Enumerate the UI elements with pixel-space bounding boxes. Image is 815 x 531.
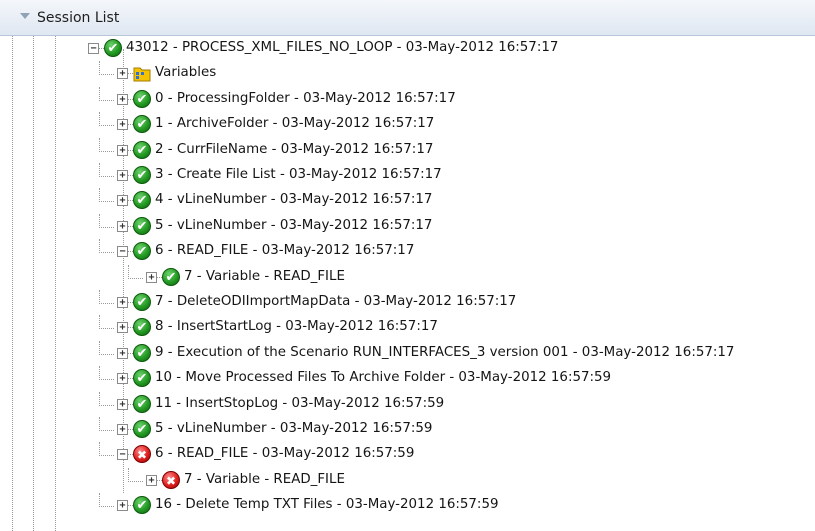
success-status-icon: ✔: [133, 242, 151, 261]
success-status-icon: ✔: [104, 39, 122, 57]
success-status-icon: ✔: [133, 191, 151, 210]
session-tree: − ✔ 43012 - PROCESS_XML_FILES_NO_LOOP - 03…: [0, 36, 815, 531]
tree-node[interactable]: + ✖ 7 - Variable - READ_FILE: [0, 467, 815, 493]
tree-connector: [99, 315, 114, 330]
tree-node-label: 11 - InsertStopLog - 03-May-2012 16:57:5…: [155, 395, 445, 411]
tree-node[interactable]: + ✔ 16 - Delete Temp TXT Files - 03-May-20…: [0, 493, 815, 518]
tree-node[interactable]: + Variables: [0, 61, 815, 86]
success-status-icon: ✔: [133, 166, 151, 184]
tree-connector: [99, 86, 114, 101]
collapse-toggle-icon[interactable]: −: [88, 43, 99, 54]
expand-toggle-icon[interactable]: +: [117, 93, 128, 105]
tree-node[interactable]: + ✔ 1 - ArchiveFolder - 03-May-2012 16:57:…: [0, 112, 815, 137]
success-status-icon: ✔: [133, 343, 151, 362]
success-status-icon: ✔: [133, 420, 151, 438]
tree-connector: [99, 340, 114, 355]
tree-node-label: Variables: [155, 65, 217, 81]
panel-title: Session List: [37, 10, 120, 26]
tree-node-label: 0 - ProcessingFolder - 03-May-2012 16:57…: [155, 90, 456, 106]
expand-toggle-icon[interactable]: +: [117, 119, 128, 131]
tree-node[interactable]: + ✔ 7 - DeleteODIImportMapData - 03-May-20…: [0, 290, 815, 315]
success-status-icon: ✔: [133, 115, 151, 134]
tree-node-label: 6 - READ_FILE - 03-May-2012 16:57:17: [155, 243, 415, 259]
tree-connector: [99, 366, 114, 381]
expand-toggle-icon[interactable]: +: [117, 68, 128, 80]
expand-toggle-icon[interactable]: +: [117, 195, 128, 207]
tree-node-label: 4 - vLineNumber - 03-May-2012 16:57:17: [155, 192, 433, 208]
error-status-icon: ✖: [162, 470, 180, 489]
success-status-icon: ✔: [133, 369, 151, 388]
tree-node[interactable]: − ✔ 6 - READ_FILE - 03-May-2012 16:57:17: [0, 239, 815, 264]
error-status-icon: ✖: [133, 445, 151, 464]
tree-node-label: 7 - Variable - READ_FILE: [184, 268, 345, 284]
expand-toggle-icon[interactable]: +: [117, 297, 128, 308]
tree-connector: [99, 290, 114, 304]
tree-connector: [99, 213, 114, 228]
tree-node-label: 7 - DeleteODIImportMapData - 03-May-2012…: [155, 294, 517, 309]
success-status-icon: ✔: [133, 496, 151, 515]
success-status-icon: ✔: [133, 140, 151, 159]
tree-node-label: 8 - InsertStartLog - 03-May-2012 16:57:1…: [155, 319, 438, 335]
tree-connector: [99, 239, 114, 254]
tree-node[interactable]: + ✔ 4 - vLineNumber - 03-May-2012 16:57:17: [0, 188, 815, 213]
tree-node-label: 2 - CurrFileName - 03-May-2012 16:57:17: [155, 141, 434, 157]
tree-node[interactable]: + ✔ 11 - InsertStopLog - 03-May-2012 16:57…: [0, 391, 815, 417]
tree-node-label: 3 - Create File List - 03-May-2012 16:57…: [155, 167, 442, 182]
expand-toggle-icon[interactable]: +: [117, 424, 128, 435]
success-status-icon: ✔: [133, 394, 151, 413]
success-status-icon: ✔: [133, 318, 151, 337]
tree-connector: [99, 493, 114, 508]
collapse-toggle-icon[interactable]: −: [117, 449, 128, 461]
tree-node[interactable]: + ✔ 3 - Create File List - 03-May-2012 16:…: [0, 163, 815, 188]
tree-node-label: 9 - Execution of the Scenario RUN_INTERF…: [155, 344, 735, 360]
collapse-toggle-icon[interactable]: −: [117, 246, 128, 258]
tree-node[interactable]: − ✖ 6 - READ_FILE - 03-May-2012 16:57:59: [0, 442, 815, 467]
tree-node-label: 10 - Move Processed Files To Archive Fol…: [155, 370, 612, 386]
expand-toggle-icon[interactable]: +: [146, 474, 157, 486]
tree-connector: [99, 163, 114, 177]
tree-node[interactable]: + ✔ 8 - InsertStartLog - 03-May-2012 16:57…: [0, 315, 815, 340]
variables-folder-icon: [133, 65, 151, 82]
success-status-icon: ✔: [133, 216, 151, 235]
tree-node-label: 5 - vLineNumber - 03-May-2012 16:57:59: [155, 421, 433, 436]
tree-connector: [99, 112, 114, 127]
tree-connector: [99, 442, 114, 457]
tree-node-label: 43012 - PROCESS_XML_FILES_NO_LOOP - 03-M…: [126, 40, 559, 55]
expand-toggle-icon[interactable]: +: [117, 220, 128, 232]
tree-connector: [128, 264, 143, 279]
expand-toggle-icon[interactable]: +: [146, 271, 157, 283]
expand-toggle-icon[interactable]: +: [117, 500, 128, 512]
tree-node[interactable]: + ✔ 9 - Execution of the Scenario RUN_INTE…: [0, 340, 815, 366]
success-status-icon: ✔: [133, 89, 151, 108]
expand-toggle-icon[interactable]: +: [117, 398, 128, 410]
expand-toggle-icon[interactable]: +: [117, 373, 128, 385]
session-list-header[interactable]: Session List: [0, 0, 815, 36]
tree-connector: [128, 467, 143, 482]
tree-node-label: 7 - Variable - READ_FILE: [184, 471, 345, 487]
tree-connector: [99, 137, 114, 152]
expand-toggle-icon[interactable]: +: [117, 170, 128, 181]
tree-connector: [99, 61, 114, 76]
triangle-down-icon[interactable]: [20, 13, 30, 19]
tree-root-node[interactable]: − ✔ 43012 - PROCESS_XML_FILES_NO_LOOP - 03…: [0, 36, 815, 61]
tree-node-label: 6 - READ_FILE - 03-May-2012 16:57:59: [155, 446, 415, 462]
tree-node[interactable]: + ✔ 2 - CurrFileName - 03-May-2012 16:57:1…: [0, 137, 815, 163]
expand-toggle-icon[interactable]: +: [117, 144, 128, 156]
tree-connector: [99, 391, 114, 406]
tree-node-label: 1 - ArchiveFolder - 03-May-2012 16:57:17: [155, 116, 435, 132]
tree-connector: [99, 188, 114, 203]
tree-node[interactable]: + ✔ 5 - vLineNumber - 03-May-2012 16:57:59: [0, 417, 815, 442]
success-status-icon: ✔: [133, 293, 151, 311]
tree-node[interactable]: + ✔ 7 - Variable - READ_FILE: [0, 264, 815, 290]
tree-node-label: 16 - Delete Temp TXT Files - 03-May-2012…: [155, 497, 499, 513]
expand-toggle-icon[interactable]: +: [117, 347, 128, 359]
tree-connector: [99, 417, 114, 431]
tree-node[interactable]: + ✔ 5 - vLineNumber - 03-May-2012 16:57:17: [0, 213, 815, 239]
expand-toggle-icon[interactable]: +: [117, 322, 128, 334]
tree-node[interactable]: + ✔ 10 - Move Processed Files To Archive F…: [0, 366, 815, 391]
tree-node-label: 5 - vLineNumber - 03-May-2012 16:57:17: [155, 217, 433, 233]
tree-node[interactable]: + ✔ 0 - ProcessingFolder - 03-May-2012 16:…: [0, 86, 815, 112]
success-status-icon: ✔: [162, 267, 180, 286]
